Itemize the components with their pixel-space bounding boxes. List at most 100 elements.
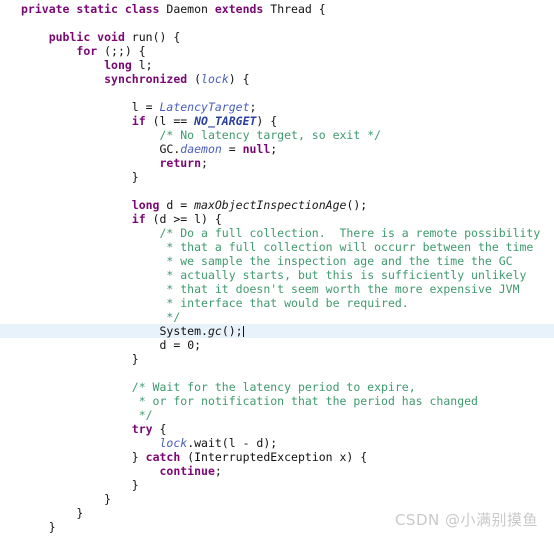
code-token-pln: }	[131, 352, 139, 366]
code-token-pln: ;	[194, 338, 202, 352]
code-line[interactable]: long d = maxObjectInspectionAge();	[0, 198, 554, 212]
code-line[interactable]	[0, 366, 554, 380]
code-token-kw: return	[159, 156, 202, 170]
code-line[interactable]	[0, 534, 554, 538]
code-token-pln: }	[131, 170, 139, 184]
code-line[interactable]: /* No latency target, so exit */	[0, 128, 554, 142]
code-token-fld: lock	[159, 436, 188, 450]
code-line[interactable]: * that it doesn't seem worth the more ex…	[0, 282, 554, 296]
code-line[interactable]: l = LatencyTarget;	[0, 100, 554, 114]
code-line[interactable]: * we sample the inspection age and the t…	[0, 254, 554, 268]
code-token-pln: Daemon	[159, 2, 215, 16]
code-token-cmt: * or for notification that the period ha…	[131, 394, 478, 408]
code-token-pln: l =	[131, 100, 160, 114]
code-token-pln: System.	[159, 324, 208, 338]
code-token-kw: private static class	[21, 2, 160, 16]
code-token-pln: (InterruptedException x) {	[180, 450, 368, 464]
code-token-pln: ;	[270, 142, 278, 156]
code-line[interactable]: if (d >= l) {	[0, 212, 554, 226]
code-line[interactable]: continue;	[0, 464, 554, 478]
code-line[interactable]: */	[0, 310, 554, 324]
code-token-sfld: NO_TARGET	[194, 114, 257, 128]
code-line[interactable]: public void run() {	[0, 30, 554, 44]
code-line[interactable]: System.gc();	[0, 324, 554, 338]
code-token-pln: ) {	[256, 114, 278, 128]
code-editor-pane[interactable]: private static class Daemon extends Thre…	[0, 0, 554, 538]
code-line[interactable]: /* Wait for the latency period to expire…	[0, 380, 554, 394]
code-line[interactable]: }	[0, 478, 554, 492]
code-line[interactable]	[0, 184, 554, 198]
code-line[interactable]: }	[0, 492, 554, 506]
code-line[interactable]	[0, 16, 554, 30]
code-line[interactable]: /* Do a full collection. There is a remo…	[0, 226, 554, 240]
code-token-cmt: * interface that would be required.	[159, 296, 409, 310]
code-token-kw: continue	[159, 464, 215, 478]
code-token-kw: long	[104, 58, 132, 72]
code-content[interactable]: private static class Daemon extends Thre…	[0, 0, 554, 538]
code-line[interactable]: lock.wait(l - d);	[0, 436, 554, 450]
code-token-pln: d =	[159, 198, 195, 212]
code-token-mth: maxObjectInspectionAge	[194, 198, 347, 212]
code-token-cmt: * that it doesn't seem worth the more ex…	[159, 282, 520, 296]
code-token-kw: if	[131, 114, 146, 128]
code-token-cmt: * we sample the inspection age and the t…	[159, 254, 513, 268]
code-token-kw: if	[131, 212, 146, 226]
code-token-kw: public void	[48, 30, 125, 44]
code-line[interactable]: GC.daemon = null;	[0, 142, 554, 156]
code-token-kw: catch	[145, 450, 181, 464]
code-line[interactable]: */	[0, 408, 554, 422]
code-line[interactable]: if (l == NO_TARGET) {	[0, 114, 554, 128]
code-token-pln: ();	[346, 198, 368, 212]
code-line[interactable]: return;	[0, 156, 554, 170]
code-token-pln: run() {	[124, 30, 181, 44]
code-line[interactable]: } catch (InterruptedException x) {	[0, 450, 554, 464]
code-token-cmt: */	[159, 310, 181, 324]
code-line[interactable]: synchronized (lock) {	[0, 72, 554, 86]
code-token-cmt: /* No latency target, so exit */	[159, 128, 382, 142]
code-line[interactable]: for (;;) {	[0, 44, 554, 58]
code-token-pln: ();	[221, 324, 243, 338]
code-line[interactable]: long l;	[0, 58, 554, 72]
code-line[interactable]: private static class Daemon extends Thre…	[0, 2, 554, 16]
code-token-pln: {	[152, 422, 167, 436]
code-token-pln: .wait(l - d);	[187, 436, 278, 450]
code-token-pln: GC.	[159, 142, 181, 156]
code-line[interactable]: }	[0, 170, 554, 184]
code-token-pln: }	[131, 478, 139, 492]
code-line[interactable]: * actually starts, but this is sufficien…	[0, 268, 554, 282]
code-token-pln: (d >= l) {	[145, 212, 222, 226]
code-line[interactable]: try {	[0, 422, 554, 436]
code-token-pln: =	[221, 142, 243, 156]
code-line[interactable]: * or for notification that the period ha…	[0, 394, 554, 408]
code-line[interactable]: * that a full collection will occurr bet…	[0, 240, 554, 254]
code-token-pln: ;	[214, 464, 222, 478]
code-line[interactable]: }	[0, 352, 554, 366]
code-token-kw: try	[131, 422, 153, 436]
code-line[interactable]: * interface that would be required.	[0, 296, 554, 310]
code-line[interactable]	[0, 86, 554, 100]
code-token-pln: }	[76, 506, 84, 520]
csdn-watermark: CSDN @小满别摸鱼	[394, 511, 538, 529]
code-token-pln: }	[48, 520, 56, 534]
code-token-pln: ;	[249, 100, 257, 114]
code-line[interactable]: d = 0;	[0, 338, 554, 352]
